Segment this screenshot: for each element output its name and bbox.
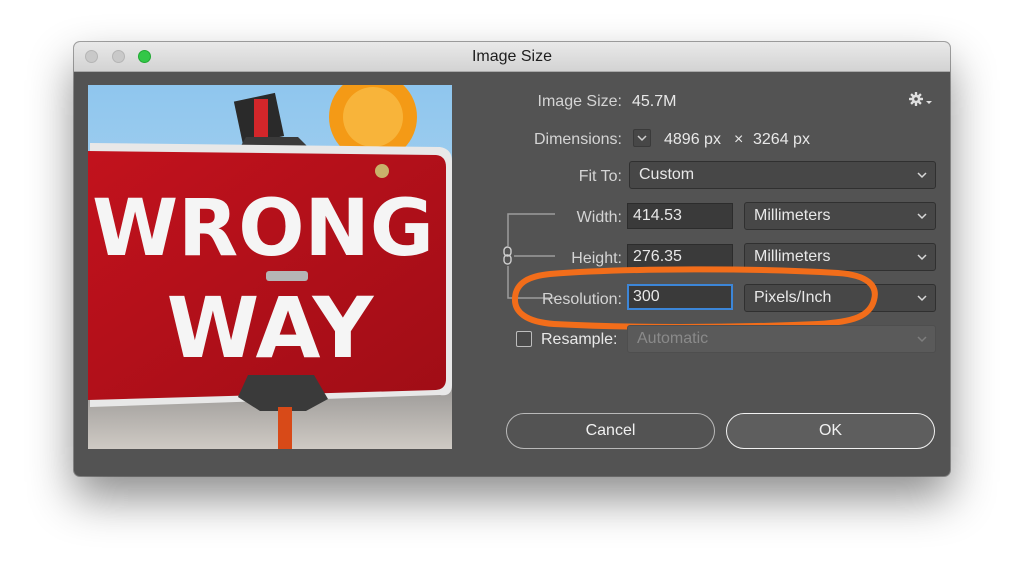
width-label: Width: — [576, 209, 622, 226]
dimensions-label: Dimensions: — [533, 131, 622, 148]
image-size-dialog: Image Size WRONG WAY Image Size: 45.7M D… — [74, 42, 950, 476]
resample-checkbox[interactable] — [516, 331, 532, 347]
chevron-down-icon — [917, 254, 927, 261]
cancel-button[interactable]: Cancel — [506, 413, 715, 449]
width-unit-select[interactable]: Millimeters — [744, 202, 936, 230]
resample-label: Resample: — [541, 331, 618, 348]
top-bracket-tab — [254, 99, 268, 139]
window-title: Image Size — [471, 48, 553, 65]
image-preview[interactable]: WRONG WAY — [88, 85, 452, 449]
image-size-label: Image Size: — [537, 93, 622, 110]
chevron-down-icon — [917, 213, 927, 220]
resolution-highlight-annotation — [512, 266, 878, 330]
chevron-down-icon — [917, 336, 927, 343]
fit-to-select[interactable]: Custom — [629, 161, 936, 189]
dimensions-units-dropdown[interactable] — [633, 129, 651, 147]
fit-to-label: Fit To: — [578, 168, 622, 185]
gear-menu-button[interactable] — [908, 91, 934, 109]
chevron-down-icon — [637, 135, 647, 142]
ok-button[interactable]: OK — [726, 413, 935, 449]
width-input[interactable]: 414.53 — [627, 203, 733, 229]
dimensions-separator: × — [734, 131, 744, 148]
dimensions-height: 3264 px — [753, 131, 810, 148]
warning-light-lens — [343, 87, 403, 147]
gear-icon — [909, 92, 932, 106]
chevron-down-icon — [917, 295, 927, 302]
image-size-value: 45.7M — [632, 93, 677, 110]
dimensions-width: 4896 px — [664, 131, 721, 148]
resample-method-value: Automatic — [637, 330, 709, 347]
height-unit-value: Millimeters — [754, 248, 831, 265]
fit-to-value: Custom — [639, 166, 695, 183]
resample-method-select[interactable]: Automatic — [627, 325, 936, 353]
title-bar: Image Size — [74, 42, 950, 72]
sign-post — [278, 407, 292, 449]
sign-text-way: WAY — [167, 279, 375, 377]
width-unit-value: Millimeters — [754, 207, 831, 224]
sign-text-wrong: WRONG — [92, 184, 434, 274]
wrong-way-sign: WRONG WAY — [88, 143, 452, 407]
link-chain-icon — [502, 246, 514, 266]
chevron-down-icon — [917, 172, 927, 179]
